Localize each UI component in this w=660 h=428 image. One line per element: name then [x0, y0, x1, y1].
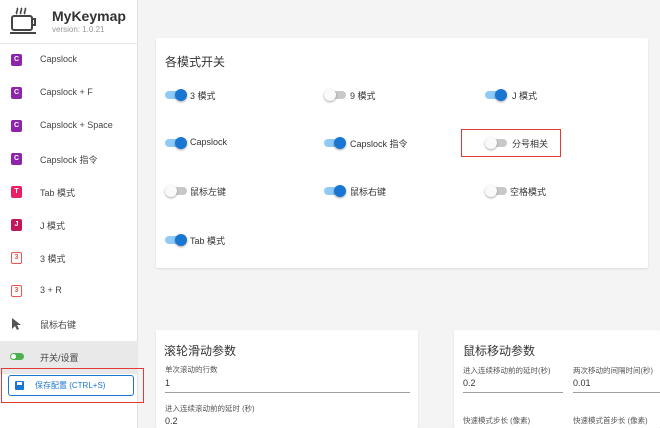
mouse-delay-input[interactable]: 0.2 [463, 378, 476, 388]
sidebar-item-capslock[interactable]: C Capslock [0, 44, 138, 77]
sidebar: MyKeymap version: 1.0.21 C Capslock C Ca… [0, 0, 138, 428]
toggle-capslock-command[interactable] [324, 137, 346, 149]
toggle-label: 9 模式 [350, 91, 376, 101]
mouse-interval-label: 两次移动的间隔时间(秒) [573, 366, 653, 375]
scroll-delay-input[interactable]: 0.2 [165, 416, 178, 426]
mouse-card: 鼠标移动参数 [454, 330, 660, 428]
toggle-switch-icon [10, 353, 24, 360]
sidebar-item-label: J 模式 [40, 221, 66, 231]
scroll-card-title: 滚轮滑动参数 [164, 344, 237, 358]
mouse-card-title: 鼠标移动参数 [463, 344, 536, 358]
toggle-space-mode[interactable] [485, 185, 507, 197]
sidebar-item-label: 鼠标右键 [40, 320, 77, 330]
sidebar-item-label: 3 模式 [40, 254, 66, 264]
modes-card: 各模式开关 [156, 38, 648, 268]
mouse-fast-first-step-label: 快速模式首步长 (像素) [573, 416, 648, 425]
toggle-tab-mode[interactable] [165, 234, 187, 246]
toggle-left-click[interactable] [165, 185, 187, 197]
mode-badge-icon: C [11, 120, 22, 132]
sidebar-item-tab-mode[interactable]: T Tab 模式 [0, 176, 138, 209]
mode-badge-icon: C [11, 54, 22, 66]
app-title: MyKeymap [52, 8, 126, 24]
sidebar-item-label: Capslock [40, 54, 78, 64]
app-logo-icon [10, 7, 36, 34]
mouse-interval-input[interactable]: 0.01 [573, 378, 591, 388]
toggle-label: 鼠标左键 [190, 187, 227, 197]
mouse-delay-label: 进入连续移动前的延时(秒) [463, 366, 551, 375]
toggle-label: 3 模式 [190, 91, 216, 101]
toggle-9-mode[interactable] [324, 89, 346, 101]
scroll-lines-underline [165, 392, 410, 393]
toggle-j-mode[interactable] [485, 89, 507, 101]
toggle-label: 空格模式 [510, 187, 547, 197]
mode-badge-icon: T [11, 186, 22, 198]
mode-badge-icon: 3 [11, 252, 22, 264]
mouse-delay-underline [463, 392, 563, 393]
sidebar-item-label: Capslock + F [40, 87, 93, 97]
mouse-fast-step-label: 快速模式步长 (像素) [463, 416, 531, 425]
toggle-label: J 模式 [512, 91, 538, 101]
toggle-right-click[interactable] [324, 185, 346, 197]
modes-card-title: 各模式开关 [165, 55, 226, 69]
sidebar-item-capslock-f[interactable]: C Capslock + F [0, 77, 138, 110]
scroll-lines-label: 单次滚动的行数 [165, 365, 218, 374]
toggle-label: Capslock 指令 [350, 139, 408, 149]
sidebar-item-j-mode[interactable]: J J 模式 [0, 209, 138, 242]
scroll-delay-label: 进入连续滚动前的延时 (秒) [165, 404, 255, 413]
sidebar-item-label: Capslock 指令 [40, 155, 98, 165]
mode-badge-icon: J [11, 219, 22, 231]
toggle-3-mode[interactable] [165, 89, 187, 101]
toggle-label: Tab 模式 [190, 236, 226, 246]
mode-badge-icon: 3 [11, 285, 22, 297]
sidebar-item-3-r[interactable]: 3 3 + R [0, 275, 138, 308]
sidebar-item-label: Capslock + Space [40, 120, 113, 130]
toggle-label: Capslock [190, 137, 228, 147]
scroll-lines-input[interactable]: 1 [165, 378, 170, 388]
sidebar-item-label: Tab 模式 [40, 188, 76, 198]
sidebar-item-capslock-command[interactable]: C Capslock 指令 [0, 143, 138, 176]
mouse-interval-underline [573, 392, 660, 393]
mode-badge-icon: C [11, 153, 22, 165]
sidebar-item-3-mode[interactable]: 3 3 模式 [0, 242, 138, 275]
cursor-arrow-icon [12, 318, 21, 330]
mode-badge-icon: C [11, 87, 22, 99]
sidebar-item-label: 3 + R [40, 285, 62, 295]
sidebar-item-capslock-space[interactable]: C Capslock + Space [0, 110, 138, 143]
toggle-capslock[interactable] [165, 137, 187, 149]
brand-header: MyKeymap version: 1.0.21 [0, 0, 138, 44]
app-version: version: 1.0.21 [52, 25, 105, 34]
sidebar-item-label: 开关/设置 [40, 353, 79, 363]
toggle-label: 鼠标右键 [350, 187, 387, 197]
highlight-box-semicolon [461, 129, 561, 157]
highlight-box-save [1, 368, 144, 403]
